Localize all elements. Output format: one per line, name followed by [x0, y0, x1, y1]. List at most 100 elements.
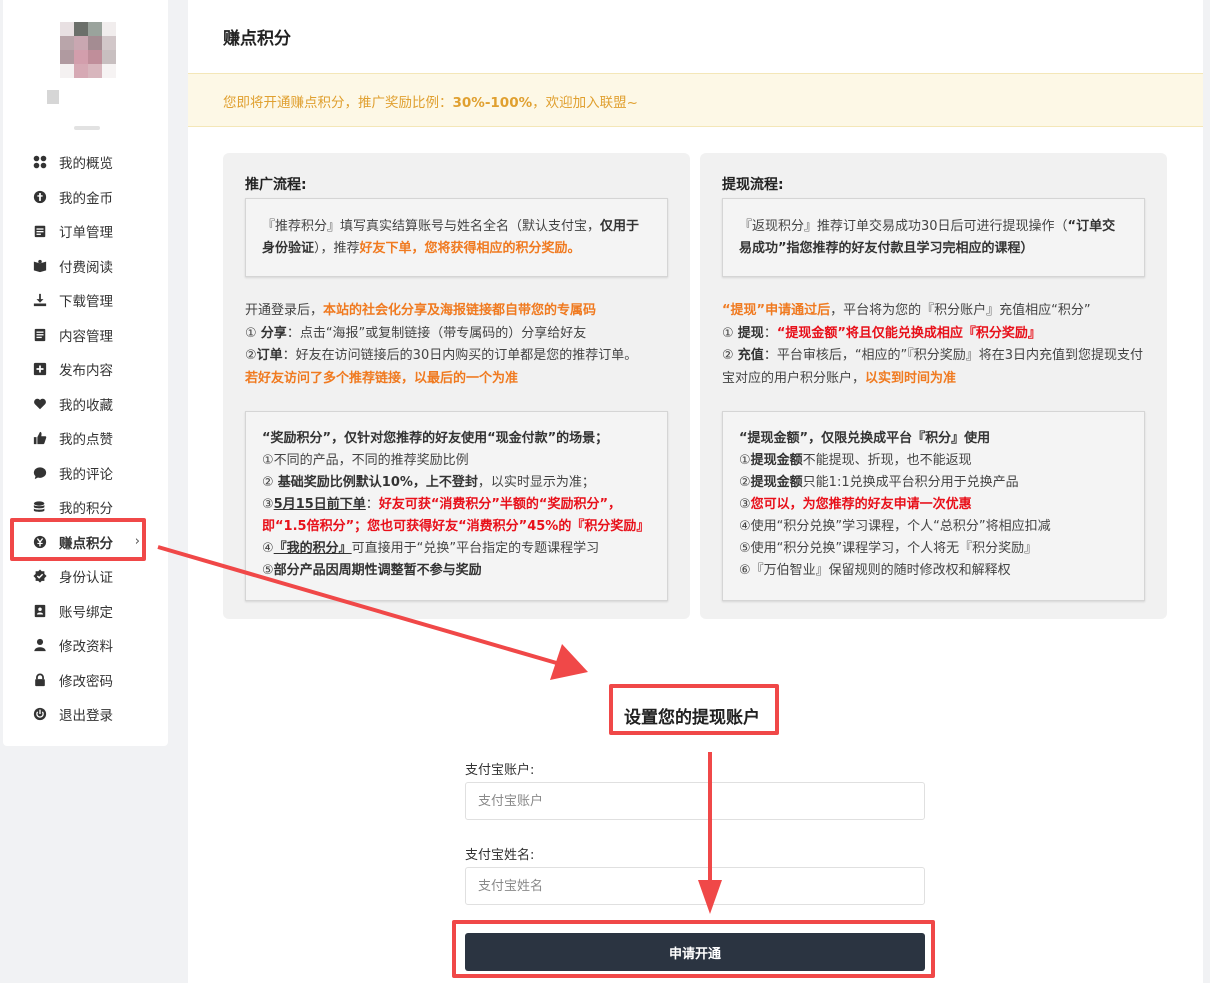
step-number: ②	[245, 348, 257, 363]
sidebar-item-label: 我的点赞	[59, 432, 113, 449]
notice-ratio: 30%-100%	[452, 95, 533, 111]
order-icon	[33, 224, 47, 238]
box-text-highlight: 好友下单，您将获得相应的积分奖励。	[359, 241, 581, 256]
sidebar-item-publish[interactable]: 发布内容	[3, 352, 168, 387]
box-line: ②	[739, 475, 751, 490]
sidebar-item-label: 发布内容	[59, 363, 113, 380]
alipay-account-label: 支付宝账户:	[465, 763, 535, 778]
promotion-process-panel: 推广流程: 『推荐积分』填写真实结算账号与姓名全名（默认支付宝，仅用于身份验证）…	[223, 153, 690, 619]
step-highlight: 以实到时间为准	[865, 370, 957, 386]
sidebar-item-account-binding[interactable]: 账号绑定	[3, 594, 168, 629]
step-label: 提现	[737, 325, 764, 341]
sidebar-item-label: 退出登录	[59, 708, 113, 725]
sidebar-item-likes[interactable]: 我的点赞	[3, 421, 168, 456]
sidebar-item-verification[interactable]: 身份认证	[3, 559, 168, 594]
power-icon	[33, 707, 47, 721]
box-line: ④	[262, 541, 274, 556]
sidebar-item-label: 内容管理	[59, 328, 113, 345]
notice-text: 您即将开通赚点积分，推广奖励比例：	[223, 95, 453, 111]
sidebar-item-downloads[interactable]: 下载管理	[3, 283, 168, 318]
alipay-name-label: 支付宝姓名:	[465, 848, 535, 863]
box-line: ：	[365, 497, 379, 512]
withdrawal-process-panel: 提现流程: 『返现积分』推荐订单交易成功30日后可进行提现操作（“订单交易成功”…	[700, 153, 1167, 619]
box-heading: “提现金额”，仅限兑换成平台『积分』使用	[739, 431, 991, 446]
sidebar-item-edit-profile[interactable]: 修改资料	[3, 628, 168, 663]
step-red: “提现金额”将且仅能兑换成相应『积分奖励』	[776, 325, 1041, 341]
box-line-bold: 5月15日前下单	[273, 497, 366, 512]
sidebar-item-label: 我的收藏	[59, 397, 113, 414]
sidebar-item-label: 我的概览	[59, 156, 113, 173]
book-icon	[33, 259, 47, 273]
box-line: 不能提现、折现，也不能返现	[802, 453, 972, 468]
step-text: ：点击“海报”或复制链接（带专属码的）分享给好友	[286, 325, 587, 341]
step-label: 分享	[260, 325, 287, 341]
box-line: ，以实时显示为准；	[477, 475, 595, 490]
sidebar-nav: 我的概览 我的金币 订单管理 付费阅读 下载管理 内容管理 发布内容 我的收藏	[3, 145, 168, 732]
step-number: ①	[245, 325, 261, 341]
sidebar-item-label: 修改资料	[59, 639, 113, 656]
panel-title: 推广流程:	[245, 177, 307, 193]
step-text: 开通登录后，	[245, 303, 324, 318]
box-text: 『推荐积分』填写真实结算账号与姓名全名（默认支付宝，	[262, 219, 601, 234]
sidebar: 我的概览 我的金币 订单管理 付费阅读 下载管理 内容管理 发布内容 我的收藏	[3, 0, 168, 746]
step-label: 订单	[256, 348, 283, 363]
sidebar-item-orders[interactable]: 订单管理	[3, 214, 168, 249]
notice-banner: 您即将开通赚点积分，推广奖励比例：30%-100%，欢迎加入联盟~	[188, 73, 1203, 127]
sidebar-item-coins[interactable]: 我的金币	[3, 180, 168, 215]
sidebar-item-label: 付费阅读	[59, 259, 113, 276]
sidebar-item-favorites[interactable]: 我的收藏	[3, 387, 168, 422]
step-text: ：好友在访问链接后的30日内购买的订单都是您的推荐订单。	[282, 348, 638, 363]
coin-icon	[33, 190, 47, 204]
alipay-account-input[interactable]	[465, 782, 925, 820]
panel-title: 提现流程:	[722, 177, 784, 193]
page-title: 赚点积分	[223, 29, 291, 49]
box-line: ①	[739, 453, 751, 468]
download-icon	[33, 293, 47, 307]
recommend-points-box: 『推荐积分』填写真实结算账号与姓名全名（默认支付宝，仅用于身份验证），推荐好友下…	[245, 198, 668, 277]
document-icon	[33, 328, 47, 342]
database-icon	[33, 500, 47, 514]
promotion-steps: 开通登录后，本站的社会化分享及海报链接都自带您的专属码 ① 分享：点击“海报”或…	[245, 300, 675, 390]
main-content: 赚点积分 您即将开通赚点积分，推广奖励比例：30%-100%，欢迎加入联盟~ 推…	[188, 0, 1203, 983]
step-text: ：	[763, 325, 777, 341]
verified-icon	[33, 569, 47, 583]
highlight-box-submit	[452, 920, 935, 978]
box-line: ③	[262, 497, 274, 512]
withdrawal-amount-box: “提现金额”，仅限兑换成平台『积分』使用 ①提现金额不能提现、折现，也不能返现 …	[722, 411, 1145, 601]
heart-icon	[33, 397, 47, 411]
step-text: ，平台将为您的『积分账户』充值相应“积分”	[830, 303, 1091, 318]
sidebar-item-comments[interactable]: 我的评论	[3, 456, 168, 491]
box-line-bold: 『我的积分』	[273, 541, 352, 556]
sidebar-item-overview[interactable]: 我的概览	[3, 145, 168, 180]
id-card-icon	[33, 604, 47, 618]
sidebar-item-label: 修改密码	[59, 673, 113, 690]
user-icon	[33, 638, 47, 652]
sidebar-item-logout[interactable]: 退出登录	[3, 697, 168, 732]
box-line: ③	[739, 497, 751, 512]
box-line-bold: 提现金额	[750, 453, 803, 468]
username-placeholder	[47, 90, 59, 104]
box-line-red: 您可以，为您推荐的好友申请一次优惠	[750, 497, 972, 512]
alipay-name-input[interactable]	[465, 867, 925, 905]
avatar[interactable]	[60, 22, 116, 78]
step-highlight: 若好友访问了多个推荐链接，以最后的一个为准	[245, 370, 519, 386]
sidebar-item-label: 身份认证	[59, 570, 113, 587]
sidebar-item-label: 账号绑定	[59, 604, 113, 621]
sidebar-item-content[interactable]: 内容管理	[3, 318, 168, 353]
sidebar-item-change-password[interactable]: 修改密码	[3, 663, 168, 698]
sidebar-item-paid-reading[interactable]: 付费阅读	[3, 249, 168, 284]
box-line: ⑤	[262, 563, 274, 578]
sidebar-item-label: 我的金币	[59, 190, 113, 207]
sidebar-item-label: 订单管理	[59, 225, 113, 242]
notice-suffix: ，欢迎加入联盟~	[532, 95, 638, 111]
box-line: ①不同的产品，不同的推荐奖励比例	[262, 453, 469, 468]
box-line: ④使用“积分兑换”学习课程，个人“总积分”将相应扣减	[739, 519, 1051, 534]
divider	[74, 126, 100, 130]
box-line-bold: 提现金额	[750, 475, 803, 490]
step-number: ②	[722, 348, 738, 363]
box-line-bold: 基础奖励比例默认10%，上不登封	[277, 475, 478, 490]
cashback-points-box: 『返现积分』推荐订单交易成功30日后可进行提现操作（“订单交易成功”指您推荐的好…	[722, 198, 1145, 277]
plus-square-icon	[33, 362, 47, 376]
sidebar-item-label: 我的积分	[59, 501, 113, 518]
box-line: 可直接用于“兑换”平台指定的专题课程学习	[351, 541, 600, 556]
